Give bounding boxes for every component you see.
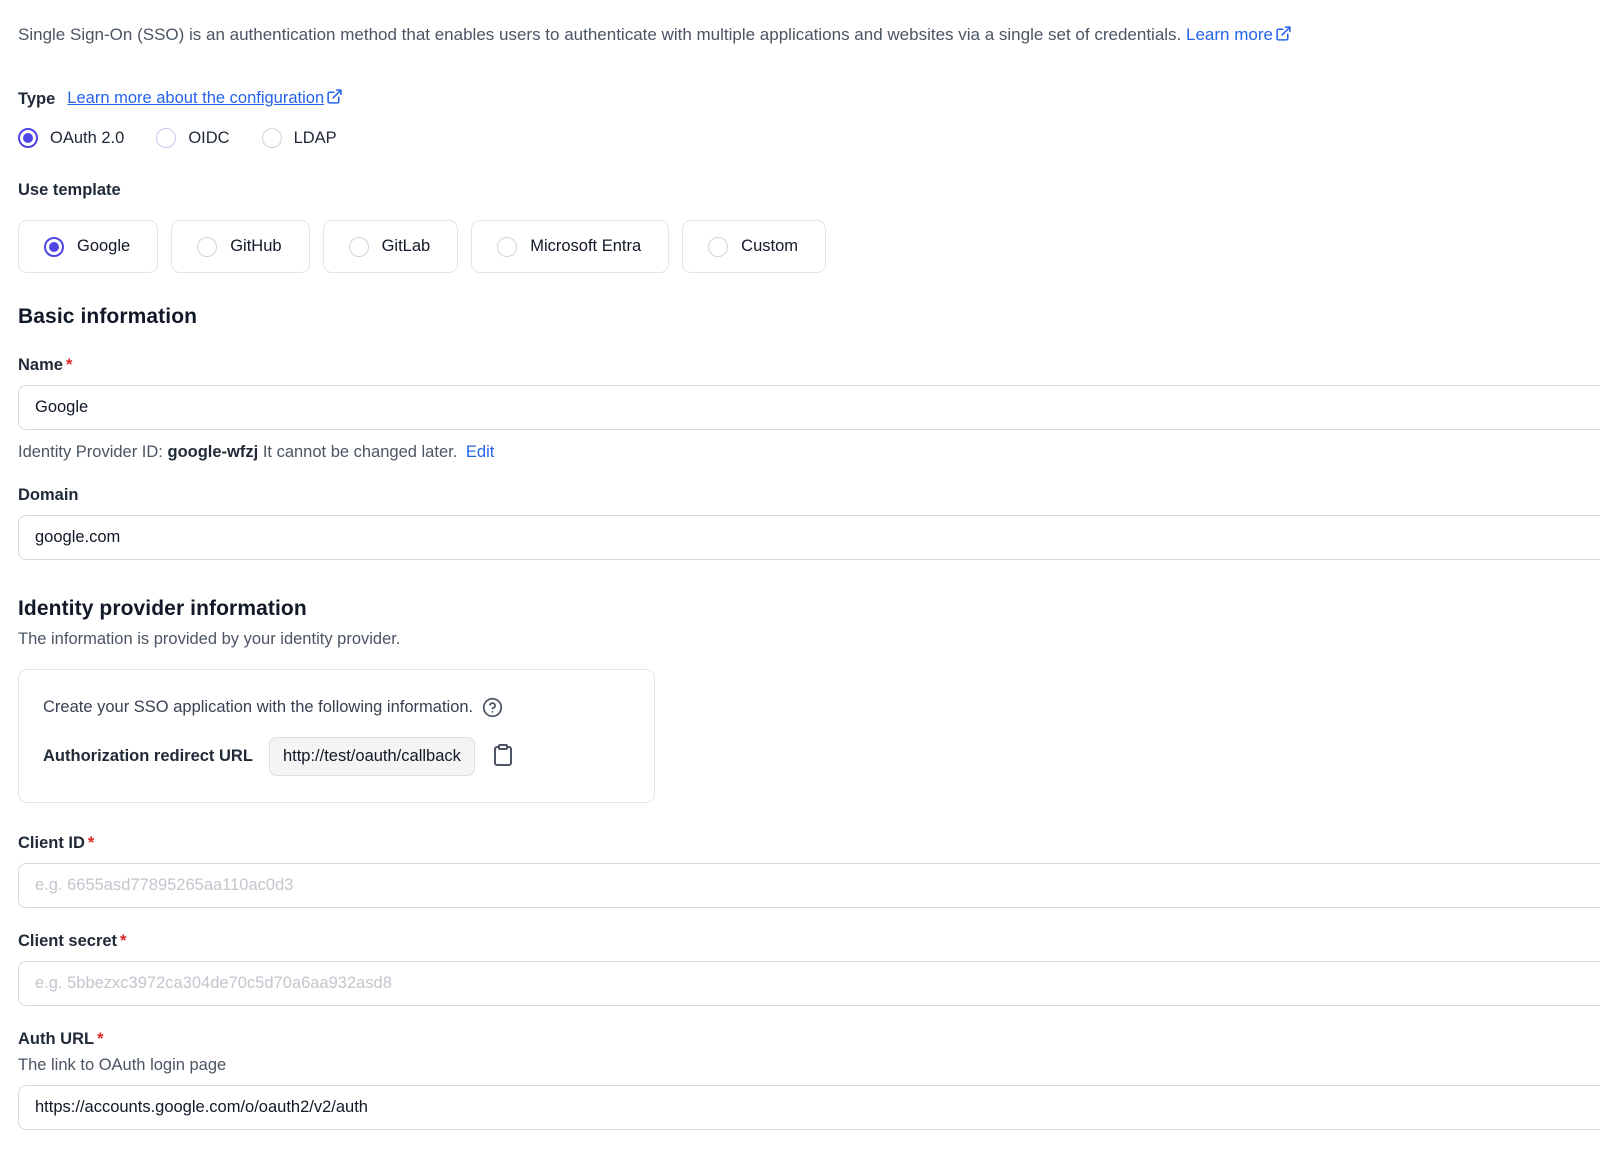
name-input[interactable] [18,385,1600,430]
domain-label: Domain [18,486,1600,505]
basic-information-heading: Basic information [18,305,1600,329]
client-id-label-text: Client ID [18,834,85,852]
radio-circle-icon[interactable] [262,128,282,148]
redirect-url-value: http://test/oauth/callback [269,737,475,776]
sso-config-page: Single Sign-On (SSO) is an authenticatio… [0,0,1600,1162]
auth-url-label: Auth URL* [18,1030,1600,1049]
domain-input[interactable] [18,515,1600,560]
client-id-input[interactable] [18,863,1600,908]
client-secret-input[interactable] [18,961,1600,1006]
type-row: Type Learn more about the configuration [18,88,1600,110]
redirect-url-row: Authorization redirect URL http://test/o… [43,737,630,776]
radio-oidc[interactable]: OIDC [156,128,229,148]
client-id-label: Client ID* [18,834,1600,853]
edit-provider-id-link[interactable]: Edit [466,443,494,461]
template-card-gitlab-label: GitLab [382,237,431,256]
sso-description: Single Sign-On (SSO) is an authenticatio… [18,24,1600,48]
name-label-text: Name [18,356,63,374]
template-card-gitlab[interactable]: GitLab [323,220,459,273]
auth-url-hint: The link to OAuth login page [18,1056,1600,1075]
radio-oauth2[interactable]: OAuth 2.0 [18,128,124,148]
radio-circle-icon[interactable] [156,128,176,148]
idp-information-subtitle: The information is provided by your iden… [18,630,1600,649]
protocol-radio-group: OAuth 2.0 OIDC LDAP [18,128,1600,148]
radio-circle-icon[interactable] [497,237,517,257]
radio-oidc-label: OIDC [188,129,229,148]
template-card-custom[interactable]: Custom [682,220,826,273]
external-link-icon [326,88,343,110]
learn-more-link[interactable]: Learn more [1186,25,1292,44]
template-card-google-label: Google [77,237,130,256]
provider-id-value: google-wfzj [167,443,258,461]
required-asterisk: * [88,834,94,852]
help-circle-icon[interactable] [482,697,503,718]
template-card-github[interactable]: GitHub [171,220,309,273]
radio-circle-icon[interactable] [708,237,728,257]
required-asterisk: * [97,1030,103,1048]
external-link-icon [1275,25,1292,48]
radio-oauth2-label: OAuth 2.0 [50,129,124,148]
radio-ldap[interactable]: LDAP [262,128,337,148]
provider-id-helper: Identity Provider ID: google-wfzj It can… [18,443,1600,462]
required-asterisk: * [66,356,72,374]
template-card-microsoft-entra[interactable]: Microsoft Entra [471,220,669,273]
info-box-title-row: Create your SSO application with the fol… [43,697,630,718]
template-card-github-label: GitHub [230,237,281,256]
client-secret-label-text: Client secret [18,932,117,950]
radio-circle-selected-icon[interactable] [44,237,64,257]
template-card-group: Google GitHub GitLab Microsoft Entra Cus… [18,220,1600,273]
auth-url-input[interactable] [18,1085,1600,1130]
name-label: Name* [18,356,1600,375]
copy-button[interactable] [491,743,515,770]
radio-circle-icon[interactable] [349,237,369,257]
config-doc-link[interactable]: Learn more about the configuration [67,88,343,110]
learn-more-label: Learn more [1186,25,1273,44]
radio-circle-icon[interactable] [197,237,217,257]
use-template-label: Use template [18,181,1600,200]
idp-information-heading: Identity provider information [18,597,1600,621]
sso-description-text: Single Sign-On (SSO) is an authenticatio… [18,25,1181,44]
type-label: Type [18,90,55,109]
sso-application-info-box: Create your SSO application with the fol… [18,669,655,803]
info-box-title: Create your SSO application with the fol… [43,698,473,717]
config-doc-label: Learn more about the configuration [67,89,324,107]
redirect-url-label: Authorization redirect URL [43,747,253,766]
template-card-microsoft-entra-label: Microsoft Entra [530,237,641,256]
provider-id-prefix: Identity Provider ID: [18,443,163,461]
provider-id-suffix: It cannot be changed later. [263,443,457,461]
client-secret-label: Client secret* [18,932,1600,951]
auth-url-label-text: Auth URL [18,1030,94,1048]
radio-ldap-label: LDAP [294,129,337,148]
required-asterisk: * [120,932,126,950]
clipboard-icon [491,743,515,770]
template-card-custom-label: Custom [741,237,798,256]
template-card-google[interactable]: Google [18,220,158,273]
radio-circle-selected-icon[interactable] [18,128,38,148]
